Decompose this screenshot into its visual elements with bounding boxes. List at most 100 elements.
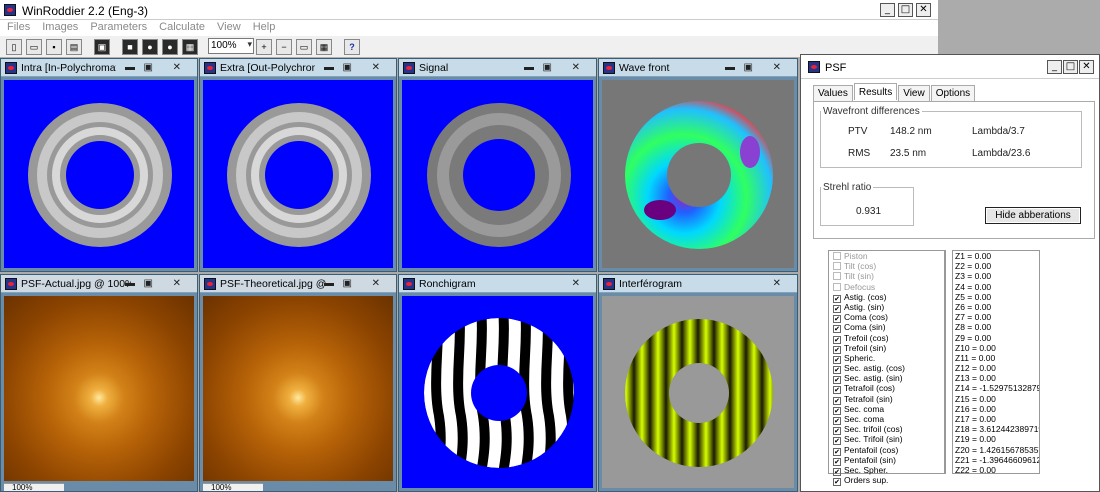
checkbox[interactable]	[833, 252, 841, 260]
zernike-item[interactable]: Z4 = 0.00	[953, 282, 1039, 292]
aberration-checkbox-item[interactable]: ✔ Orders sup.	[829, 475, 944, 487]
zernike-item[interactable]: Z18 = 3.612442389719	[953, 424, 1039, 434]
menu-calculate[interactable]: Calculate	[152, 20, 210, 33]
menu-parameters[interactable]: Parameters	[83, 20, 152, 33]
hide-aberrations-button[interactable]: Hide abberations	[985, 207, 1081, 224]
window-min-button[interactable]: ▬	[125, 61, 135, 75]
checkbox[interactable]	[833, 262, 841, 271]
aberration-checkbox-item[interactable]: ✔ Trefoil (sin)	[829, 343, 944, 354]
zoom-in-icon[interactable]: +	[256, 39, 272, 55]
window-min-button[interactable]: ▬	[324, 61, 334, 75]
window-max-button[interactable]: ▣	[144, 277, 153, 291]
window-min-button[interactable]: ▬	[725, 61, 735, 75]
aberration-checkbox-item[interactable]: ✔ Spheric.	[829, 353, 944, 364]
zernike-item[interactable]: Z15 = 0.00	[953, 394, 1039, 404]
zernike-item[interactable]: Z7 = 0.00	[953, 312, 1039, 322]
minimize-button[interactable]: _	[880, 3, 895, 17]
zoom-out-icon[interactable]: −	[276, 39, 292, 55]
aberration-checkbox-item[interactable]: ✔ Astig. (sin)	[829, 302, 944, 313]
window-max-button[interactable]: ▣	[343, 277, 352, 291]
zernike-item[interactable]: Z13 = 0.00	[953, 373, 1039, 383]
tile-grid-icon[interactable]: ▦	[316, 39, 332, 55]
window-wavefront[interactable]: Wave front ▬ ▣ ✕	[598, 58, 798, 272]
window-close-button[interactable]: ✕	[372, 277, 380, 291]
aberration-checkbox-item[interactable]: ✔ Coma (cos)	[829, 312, 944, 324]
zernike-item[interactable]: Z5 = 0.00	[953, 292, 1039, 302]
zernike-item[interactable]: Z9 = 0.00	[953, 333, 1039, 343]
calc-red-icon[interactable]: ■	[122, 39, 138, 55]
window-ronchigram[interactable]: Ronchigram ✕	[398, 274, 597, 492]
psf-maximize-button[interactable]: □	[1063, 60, 1078, 74]
image-icon[interactable]: ▣	[94, 39, 110, 55]
window-max-button[interactable]: ▣	[144, 61, 153, 75]
window-extra[interactable]: Extra [Out-Polychroma... ▬ ▣ ✕	[199, 58, 397, 272]
window-close-button[interactable]: ✕	[773, 277, 781, 291]
window-min-button[interactable]: ▬	[524, 61, 534, 75]
menu-files[interactable]: Files	[0, 20, 35, 33]
aberration-checkbox-item[interactable]: ✔ Astig. (cos)	[829, 292, 944, 303]
window-psf-theoretical[interactable]: PSF-Theoretical.jpg @ 10...▬ ▣ ✕ 100%	[199, 274, 397, 492]
window-close-button[interactable]: ✕	[572, 277, 580, 291]
window-close-button[interactable]: ✕	[572, 61, 580, 75]
tab-results[interactable]: Results	[853, 83, 898, 100]
zernike-item[interactable]: Z19 = 0.00	[953, 434, 1039, 444]
open-folder-icon[interactable]: ▭	[26, 39, 42, 55]
window-signal[interactable]: Signal ▬ ▣ ✕	[398, 58, 597, 272]
aberration-checkbox-item[interactable]: ✔ Sec. trifoil (cos)	[829, 424, 944, 436]
window-close-button[interactable]: ✕	[372, 61, 380, 75]
calc-green-icon[interactable]: ●	[162, 39, 178, 55]
zernike-item[interactable]: Z17 = 0.00	[953, 414, 1039, 424]
window-close-button[interactable]: ✕	[773, 61, 781, 75]
help-icon[interactable]: ?	[344, 39, 360, 55]
window-close-button[interactable]: ✕	[173, 277, 181, 291]
calc-orange-icon[interactable]: ●	[142, 39, 158, 55]
save-icon[interactable]: ▪	[46, 39, 62, 55]
aberration-checkbox-item[interactable]: ✔ Pentafoil (cos)	[829, 445, 944, 456]
new-file-icon[interactable]: ▯	[6, 39, 22, 55]
menu-view[interactable]: View	[210, 20, 246, 33]
window-interferogram[interactable]: Interférogram ✕	[598, 274, 798, 492]
tile-horizontal-icon[interactable]: ▭	[296, 39, 312, 55]
tab-view[interactable]: View	[898, 85, 930, 101]
zernike-item[interactable]: Z11 = 0.00	[953, 353, 1039, 363]
window-min-button[interactable]: ▬	[324, 277, 334, 291]
checkbox[interactable]	[833, 272, 841, 281]
zernike-item[interactable]: Z3 = 0.00	[953, 271, 1039, 281]
zernike-item[interactable]: Z21 = -1.396466096129	[953, 455, 1039, 465]
calc-grid-icon[interactable]: ▦	[182, 39, 198, 55]
zernike-item[interactable]: Z12 = 0.00	[953, 363, 1039, 373]
window-min-button[interactable]: ▬	[125, 277, 135, 291]
zernike-item[interactable]: Z22 = 0.00	[953, 465, 1039, 473]
aberration-checkbox-item[interactable]: ✔ Tetrafoil (cos)	[829, 383, 944, 395]
window-max-button[interactable]: ▣	[744, 61, 753, 75]
psf-minimize-button[interactable]: _	[1047, 60, 1062, 74]
menu-help[interactable]: Help	[246, 20, 281, 33]
checkbox[interactable]: ✔	[833, 478, 841, 487]
zernike-item[interactable]: Z16 = 0.00	[953, 404, 1039, 414]
zernike-item[interactable]: Z10 = 0.00	[953, 343, 1039, 353]
zernike-item[interactable]: Z6 = 0.00	[953, 302, 1039, 312]
aberration-checkbox-item[interactable]: Defocus	[829, 282, 944, 292]
zernike-item[interactable]: Z2 = 0.00	[953, 261, 1039, 271]
window-max-button[interactable]: ▣	[543, 61, 552, 75]
zernike-item[interactable]: Z14 = -1.529751328795	[953, 383, 1039, 393]
aberration-checkbox-item[interactable]: Piston	[829, 251, 944, 261]
maximize-button[interactable]: □	[898, 3, 913, 17]
tab-values[interactable]: Values	[813, 85, 853, 101]
aberration-checkbox-item[interactable]: ✔ Coma (sin)	[829, 322, 944, 334]
aberration-checkbox-item[interactable]: ✔ Sec. Spher.	[829, 465, 944, 476]
menu-images[interactable]: Images	[35, 20, 83, 33]
zernike-item[interactable]: Z20 = 1.426156785357	[953, 445, 1039, 455]
aberration-checkbox-item[interactable]: ✔ Tetrafoil (sin)	[829, 394, 944, 405]
psf-close-button[interactable]: ✕	[1079, 60, 1094, 74]
checkbox[interactable]	[833, 282, 841, 291]
window-intra[interactable]: Intra [In-Polychromatic... ▬ ▣ ✕	[0, 58, 198, 272]
zernike-item[interactable]: Z8 = 0.00	[953, 322, 1039, 332]
aberration-checkbox-item[interactable]: ✔ Sec. astig. (sin)	[829, 373, 944, 385]
print-icon[interactable]: ▤	[66, 39, 82, 55]
aberration-checkbox-item[interactable]: ✔ Sec. astig. (cos)	[829, 363, 944, 375]
zoom-select[interactable]: 100%	[208, 38, 254, 54]
window-max-button[interactable]: ▣	[343, 61, 352, 75]
zernike-item[interactable]: Z1 = 0.00	[953, 251, 1039, 261]
window-close-button[interactable]: ✕	[173, 61, 181, 75]
